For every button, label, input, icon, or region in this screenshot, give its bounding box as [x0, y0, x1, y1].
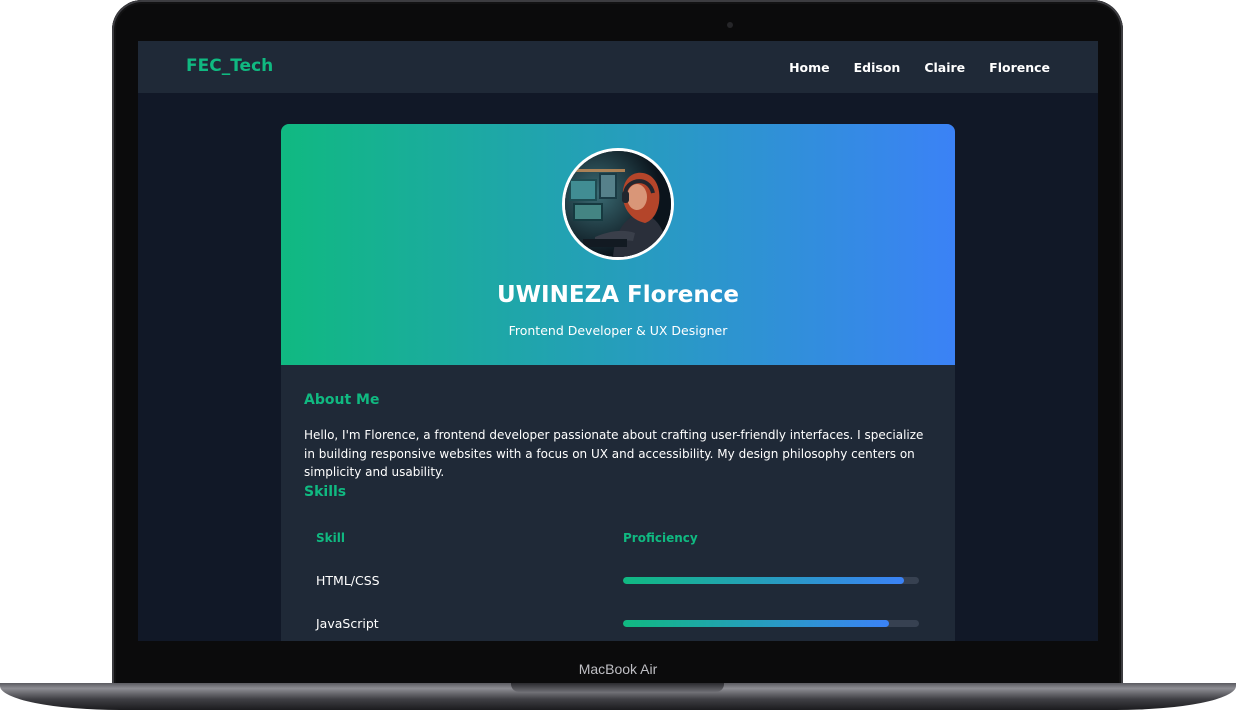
navbar: FEC_Tech Home Edison Claire Florence [138, 41, 1098, 93]
profile-name: UWINEZA Florence [497, 282, 739, 308]
browser-viewport: FEC_Tech Home Edison Claire Florence UWI… [138, 41, 1098, 641]
nav-links: Home Edison Claire Florence [789, 60, 1050, 75]
nav-link-florence[interactable]: Florence [989, 60, 1050, 75]
camera-icon [727, 22, 733, 28]
about-heading: About Me [304, 392, 380, 408]
skills-header-skill: Skill [316, 531, 345, 545]
skill-name-html-css: HTML/CSS [316, 573, 380, 588]
person-at-computer-photo-icon [565, 151, 671, 257]
proficiency-fill [623, 620, 890, 627]
profile-header: UWINEZA Florence Frontend Developer & UX… [281, 124, 955, 365]
laptop-hinge-notch [511, 683, 724, 692]
nav-link-claire[interactable]: Claire [924, 60, 965, 75]
about-text: Hello, I'm Florence, a frontend develope… [304, 428, 924, 479]
profile-role: Frontend Developer & UX Designer [508, 323, 728, 338]
skills-header-proficiency: Proficiency [623, 531, 698, 545]
nav-link-home[interactable]: Home [789, 60, 830, 75]
laptop-mockup: FEC_Tech Home Edison Claire Florence UWI… [0, 0, 1236, 710]
brand-logo[interactable]: FEC_Tech [186, 56, 273, 76]
nav-link-edison[interactable]: Edison [854, 60, 901, 75]
proficiency-fill [623, 577, 905, 584]
proficiency-bar-javascript [623, 620, 919, 627]
avatar [562, 148, 674, 260]
proficiency-bar-html-css [623, 577, 919, 584]
device-label: MacBook Air [578, 661, 658, 677]
skill-name-javascript: JavaScript [316, 616, 379, 631]
profile-card: UWINEZA Florence Frontend Developer & UX… [281, 124, 955, 641]
skills-heading: Skills [304, 484, 347, 500]
